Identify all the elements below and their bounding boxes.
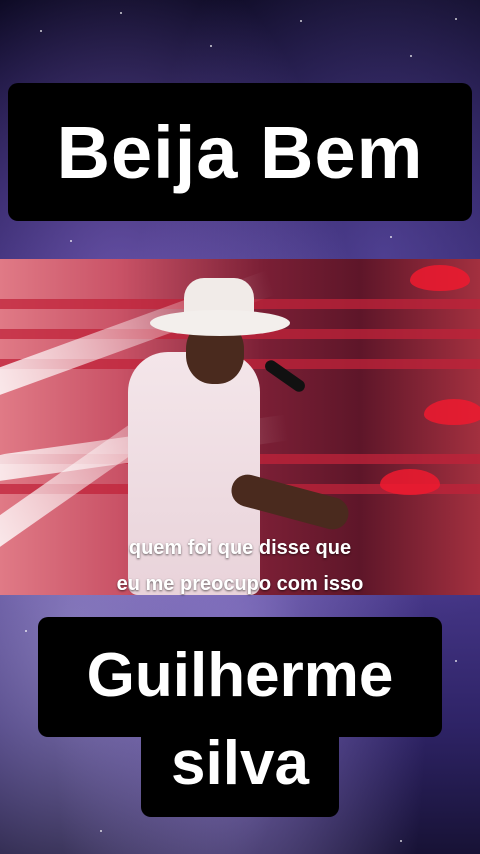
artist-name-line-1: Guilherme	[86, 641, 394, 710]
lyrics-line-2: eu me preocupo com isso	[116, 573, 364, 595]
artist-name-line-2: silva	[171, 729, 309, 798]
title-caption: Beija Bem	[8, 83, 472, 221]
song-title: Beija Bem	[56, 110, 424, 194]
lyrics-line-1: quem foi que disse que	[128, 537, 352, 559]
